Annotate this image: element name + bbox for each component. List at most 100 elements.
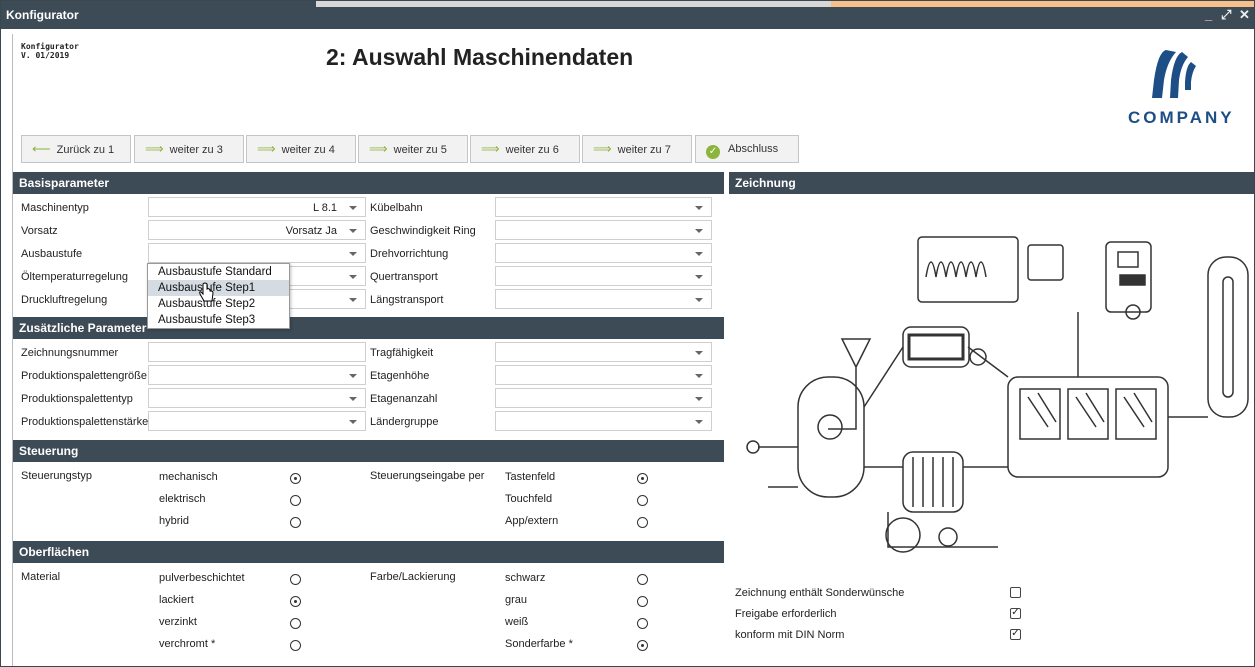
- chevron-down-icon: [349, 298, 357, 302]
- label-tragfaehigkeit: Tragfähigkeit: [370, 347, 434, 359]
- select-laendergruppe[interactable]: [495, 411, 712, 431]
- logo-swoosh-icon: [1152, 50, 1196, 98]
- radio-elektrisch[interactable]: [290, 495, 301, 506]
- select-value: Vorsatz Ja: [285, 225, 337, 237]
- radio-sonderfarbe[interactable]: [637, 640, 648, 651]
- background-accent: [831, 1, 1254, 7]
- select-ausbaustufe[interactable]: [148, 243, 366, 263]
- select-geschwindigkeit[interactable]: [495, 220, 712, 240]
- option-app-extern: App/extern: [505, 515, 559, 527]
- select-maschinentyp[interactable]: L 8.1: [148, 197, 366, 217]
- option-tastenfeld: Tastenfeld: [505, 471, 556, 483]
- label-kuebelbahn: Kübelbahn: [370, 202, 423, 214]
- checkbox-din-norm[interactable]: ✓: [1010, 629, 1021, 640]
- label-zeichnungsnummer: Zeichnungsnummer: [21, 347, 119, 359]
- dropdown-option-step1[interactable]: Ausbaustufe Step1: [148, 280, 289, 296]
- select-kuebelbahn[interactable]: [495, 197, 712, 217]
- option-lackiert: lackiert: [159, 594, 194, 606]
- version-app-name: Konfigurator: [21, 42, 79, 51]
- radio-mechanisch[interactable]: [290, 473, 301, 484]
- radio-hybrid[interactable]: [290, 517, 301, 528]
- option-grau: grau: [505, 594, 528, 606]
- chevron-down-icon: [695, 275, 703, 279]
- radio-verchromt[interactable]: [290, 640, 301, 651]
- input-zeichnungsnummer[interactable]: [148, 342, 366, 362]
- arrow-right-icon: ⟹: [145, 141, 164, 156]
- label-maschinentyp: Maschinentyp: [21, 202, 89, 214]
- select-laengstransport[interactable]: [495, 289, 712, 309]
- logo-text: COMPANY: [1128, 108, 1235, 127]
- label-ausbaustufe: Ausbaustufe: [21, 248, 83, 260]
- select-palettenstaerke[interactable]: [148, 411, 366, 431]
- check-circle-icon: ✓: [706, 145, 720, 159]
- select-drehvorrichtung[interactable]: [495, 243, 712, 263]
- arrow-right-icon: ⟹: [593, 141, 612, 156]
- label-steuerungstyp: Steuerungstyp: [21, 470, 92, 482]
- next-to-7-button[interactable]: ⟹ weiter zu 7: [582, 135, 692, 163]
- radio-schwarz[interactable]: [637, 574, 648, 585]
- select-etagenanzahl[interactable]: [495, 388, 712, 408]
- next-to-3-button[interactable]: ⟹ weiter zu 3: [134, 135, 244, 163]
- next3-label: weiter zu 3: [169, 144, 223, 156]
- checkbox-freigabe[interactable]: ✓: [1010, 608, 1021, 619]
- select-value: L 8.1: [312, 202, 337, 214]
- next-to-6-button[interactable]: ⟹ weiter zu 6: [470, 135, 580, 163]
- chevron-down-icon: [695, 298, 703, 302]
- company-logo: COMPANY: [1128, 40, 1238, 135]
- section-steuerung: Steuerung: [13, 440, 724, 462]
- chevron-down-icon: [349, 374, 357, 378]
- back-to-1-button[interactable]: ⟵ Zurück zu 1: [21, 135, 131, 163]
- option-mechanisch: mechanisch: [159, 471, 218, 483]
- next6-label: weiter zu 6: [505, 144, 559, 156]
- radio-weiss[interactable]: [637, 618, 648, 629]
- chevron-down-icon: [349, 275, 357, 279]
- select-palettentyp[interactable]: [148, 388, 366, 408]
- label-etagenanzahl: Etagenanzahl: [370, 393, 438, 405]
- label-sonderwuensche: Zeichnung enthält Sonderwünsche: [735, 587, 905, 599]
- radio-pulverbeschichtet[interactable]: [290, 574, 301, 585]
- option-verzinkt: verzinkt: [159, 616, 197, 628]
- label-palettengroesse: Produktionspalettengröße: [21, 370, 147, 382]
- dropdown-option-standard[interactable]: Ausbaustufe Standard: [148, 264, 289, 280]
- label-steuerungseingabe: Steuerungseingabe per: [370, 470, 485, 482]
- section-zusaetzliche-parameter: Zusätzliche Parameter: [13, 317, 724, 339]
- select-quertransport[interactable]: [495, 266, 712, 286]
- page-title: 2: Auswahl Maschinendaten: [326, 44, 634, 70]
- radio-app-extern[interactable]: [637, 517, 648, 528]
- select-palettengroesse[interactable]: [148, 365, 366, 385]
- radio-verzinkt[interactable]: [290, 618, 301, 629]
- dropdown-option-step3[interactable]: Ausbaustufe Step3: [148, 312, 289, 328]
- chevron-down-icon: [695, 252, 703, 256]
- option-sonderfarbe: Sonderfarbe *: [505, 638, 573, 650]
- maximize-icon[interactable]: ⤢: [1221, 7, 1231, 23]
- dropdown-option-step2[interactable]: Ausbaustufe Step2: [148, 296, 289, 312]
- minimize-icon[interactable]: _: [1205, 7, 1212, 22]
- option-hybrid: hybrid: [159, 515, 189, 527]
- chevron-down-icon: [695, 206, 703, 210]
- option-pulverbeschichtet: pulverbeschichtet: [159, 572, 245, 584]
- select-etagenhoehe[interactable]: [495, 365, 712, 385]
- chevron-down-icon: [349, 420, 357, 424]
- window-titlebar: Konfigurator _ ⤢ ✕: [1, 1, 1254, 29]
- label-druckluft: Druckluftregelung: [21, 294, 108, 306]
- option-touchfeld: Touchfeld: [505, 493, 553, 505]
- next-to-4-button[interactable]: ⟹ weiter zu 4: [246, 135, 356, 163]
- label-material: Material: [21, 571, 61, 583]
- radio-grau[interactable]: [637, 596, 648, 607]
- arrow-right-icon: ⟹: [481, 141, 500, 156]
- chevron-down-icon: [695, 420, 703, 424]
- label-din-norm: konform mit DIN Norm: [735, 629, 845, 641]
- next-to-5-button[interactable]: ⟹ weiter zu 5: [358, 135, 468, 163]
- checkbox-sonderwuensche[interactable]: [1010, 587, 1021, 598]
- radio-tastenfeld[interactable]: [637, 473, 648, 484]
- chevron-down-icon: [695, 374, 703, 378]
- select-vorsatz[interactable]: Vorsatz Ja: [148, 220, 366, 240]
- ausbaustufe-dropdown-list: Ausbaustufe Standard Ausbaustufe Step1 A…: [147, 263, 290, 329]
- finish-button[interactable]: ✓ Abschluss: [695, 135, 799, 163]
- radio-touchfeld[interactable]: [637, 495, 648, 506]
- section-basisparameter: Basisparameter: [13, 172, 724, 194]
- close-icon[interactable]: ✕: [1239, 7, 1250, 23]
- select-tragfaehigkeit[interactable]: [495, 342, 712, 362]
- label-oeltemperatur: Öltemperaturregelung: [21, 271, 129, 283]
- radio-lackiert[interactable]: [290, 596, 301, 607]
